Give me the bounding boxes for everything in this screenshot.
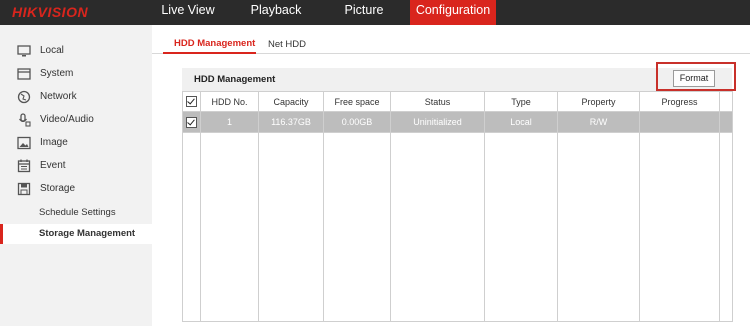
sidebar-item-label: Image (40, 137, 68, 148)
sidebar-subitem-storage-management[interactable]: Storage Management (0, 224, 155, 244)
brand-logo: HIKVISION (12, 4, 89, 20)
select-all-cell[interactable] (182, 91, 201, 112)
nav-live-view[interactable]: Live View (150, 0, 226, 25)
cell-hdd-no: 1 (200, 111, 259, 133)
sidebar-item-local[interactable]: Local (0, 40, 152, 62)
sidebar-item-image[interactable]: Image (0, 132, 152, 154)
column-header: Property (557, 91, 640, 112)
active-tab-indicator (163, 52, 256, 54)
table-empty-area (182, 132, 733, 322)
sidebar-item-storage[interactable]: Storage (0, 178, 152, 200)
sidebar-item-network[interactable]: Network (0, 86, 152, 108)
system-icon (17, 68, 31, 80)
image-icon (17, 136, 31, 150)
nav-playback[interactable]: Playback (240, 0, 312, 25)
monitor-icon (17, 45, 31, 57)
select-all-checkbox[interactable] (186, 96, 197, 108)
cell-property: R/W (557, 111, 640, 133)
cell-capacity: 116.37GB (258, 111, 324, 133)
row-select-cell[interactable] (182, 111, 201, 133)
sidebar-item-label: Video/Audio (40, 114, 94, 125)
format-button[interactable]: Format (673, 70, 715, 87)
sidebar-subitem-schedule-settings[interactable]: Schedule Settings (0, 203, 152, 223)
calendar-icon (17, 159, 31, 173)
sidebar-item-label: Event (40, 160, 66, 171)
row-checkbox[interactable] (186, 116, 197, 128)
microphone-icon (19, 113, 31, 127)
globe-icon (17, 90, 31, 104)
sidebar-item-label: System (40, 68, 74, 79)
panel-title: HDD Management (194, 74, 276, 85)
nav-configuration[interactable]: Configuration (410, 0, 496, 25)
nav-picture[interactable]: Picture (330, 0, 398, 25)
column-header: Status (390, 91, 485, 112)
column-header: Type (484, 91, 558, 112)
cell-spacer (719, 111, 733, 133)
sidebar-item-video-audio[interactable]: Video/Audio (0, 109, 152, 131)
column-header: Progress (639, 91, 720, 112)
sidebar: Local System Network Video/Audio Image E… (0, 25, 155, 326)
cell-free-space: 0.00GB (323, 111, 391, 133)
cell-progress (639, 111, 720, 133)
sidebar-subitem-label: Schedule Settings (39, 207, 116, 218)
column-header: HDD No. (200, 91, 259, 112)
cell-status: Uninitialized (390, 111, 485, 133)
sidebar-item-system[interactable]: System (0, 63, 152, 85)
sidebar-item-event[interactable]: Event (0, 155, 152, 177)
sidebar-item-label: Storage (40, 183, 76, 194)
column-header: Free space (323, 91, 391, 112)
top-navigation-bar: HIKVISION Live View Playback Picture Con… (0, 0, 750, 25)
disk-icon (17, 182, 31, 196)
column-header-spacer (719, 91, 733, 112)
table-header-row: HDD No. Capacity Free space Status Type … (182, 91, 733, 112)
sidebar-subitem-label: Storage Management (39, 228, 136, 239)
tab-net-hdd[interactable]: Net HDD (268, 39, 306, 50)
hdd-table: HDD No. Capacity Free space Status Type … (182, 91, 733, 322)
sidebar-item-label: Network (40, 91, 77, 102)
cell-type: Local (484, 111, 558, 133)
tab-hdd-management[interactable]: HDD Management (174, 38, 255, 49)
column-header: Capacity (258, 91, 324, 112)
sidebar-item-label: Local (40, 45, 64, 56)
table-row[interactable]: 1 116.37GB 0.00GB Uninitialized Local R/… (182, 111, 733, 133)
